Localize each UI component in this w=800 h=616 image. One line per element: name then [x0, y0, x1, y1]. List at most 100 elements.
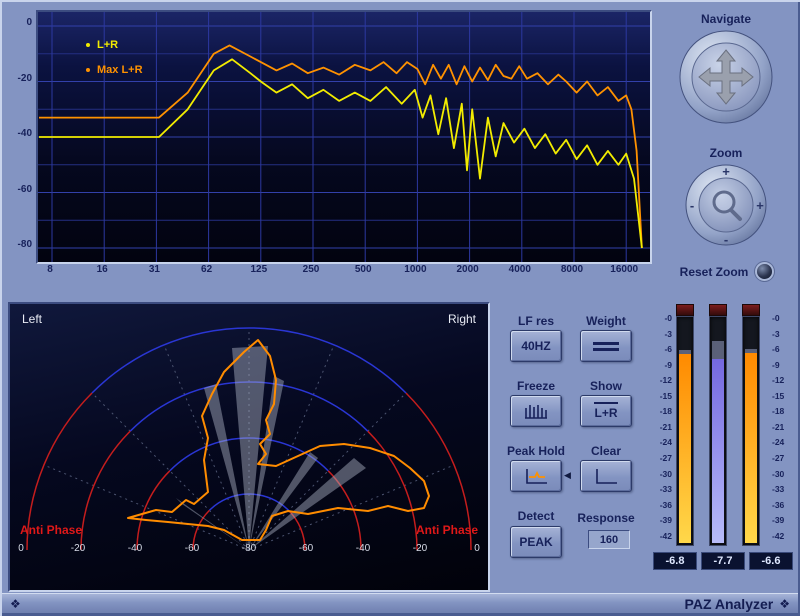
meters-panel: -0 -3 -6 -9 -12 -15 -18 -21 -24 -27 -30 -33 -36 -39 -4… — [650, 302, 796, 592]
zoom-section: Zoom + + - - Reset Zoom — [656, 142, 796, 292]
detect-value: PEAK — [519, 535, 552, 549]
controls-panel: LF res 40HZ Weight Freeze Show L+R Peak … — [492, 302, 650, 592]
freq-tick-label: 250 — [303, 264, 320, 275]
meter-scale-label: -30 — [650, 469, 672, 479]
navigate-pad[interactable] — [678, 29, 774, 125]
meter-scale-label: -24 — [650, 437, 672, 447]
zoom-knob[interactable]: + + - - — [684, 163, 768, 247]
db-tick-label: -80 — [6, 239, 32, 250]
clear-axes-icon — [593, 467, 619, 485]
meter-scale-label: -42 — [650, 531, 672, 541]
meter-scale-label: -3 — [650, 329, 672, 339]
meter-scale-label: -27 — [650, 453, 672, 463]
legend-item-max-lr: Max L+R — [86, 57, 143, 82]
show-value: L+R — [594, 402, 617, 420]
clip-indicator-right[interactable] — [742, 304, 760, 316]
freq-tick-label: 62 — [201, 264, 212, 275]
meter-scale-label: -39 — [650, 515, 672, 525]
reset-zoom-row: Reset Zoom — [656, 264, 796, 279]
phase-axis-label: -20 — [63, 543, 93, 554]
meter-scale-label: -18 — [650, 406, 672, 416]
detect-button[interactable]: PEAK — [510, 526, 562, 558]
show-label: Show — [562, 379, 650, 393]
clear-button[interactable] — [580, 460, 632, 492]
meter-scale-label: -9 — [650, 360, 672, 370]
meter-scale-label: -30 — [772, 469, 794, 479]
show-button[interactable]: L+R — [580, 395, 632, 427]
phase-axis-label: 0 — [462, 543, 492, 554]
left-channel-label: Left — [22, 312, 42, 326]
meter-channel-right — [742, 316, 760, 546]
meter-scale-label: -3 — [772, 329, 794, 339]
db-tick-label: -40 — [6, 128, 32, 139]
clip-indicator-center[interactable] — [709, 304, 727, 316]
response-value[interactable]: 160 — [588, 530, 630, 549]
meter-scale-label: -9 — [772, 360, 794, 370]
meter-readout-right: -6.6 — [749, 552, 793, 570]
meter-fill — [712, 359, 724, 543]
zoom-label: Zoom — [656, 146, 796, 160]
navigate-section: Navigate — [656, 8, 796, 138]
meter-scale-label: -42 — [772, 531, 794, 541]
clip-indicator-left[interactable] — [676, 304, 694, 316]
legend-label-max-lr: Max L+R — [97, 64, 143, 76]
freq-tick-label: 8 — [47, 264, 53, 275]
zoom-out-bottom[interactable]: - — [724, 232, 728, 247]
phase-axis-label: -40 — [120, 543, 150, 554]
freeze-button[interactable] — [510, 395, 562, 427]
legend-dot-max-lr-icon — [86, 68, 90, 72]
legend-item-lr: L+R — [86, 32, 143, 57]
freq-tick-label: 1000 — [404, 264, 426, 275]
meter-scale-label: -33 — [772, 484, 794, 494]
lf-res-value: 40HZ — [521, 339, 550, 353]
db-tick-label: -60 — [6, 184, 32, 195]
meter-fill — [745, 353, 757, 543]
phase-axis-label: -60 — [177, 543, 207, 554]
meter-channel-left — [676, 316, 694, 546]
zoom-in-top[interactable]: + — [722, 164, 730, 179]
meter-scale-label: -24 — [772, 437, 794, 447]
antiphase-left-label: Anti Phase — [20, 523, 82, 537]
reset-zoom-button[interactable] — [757, 264, 772, 279]
meter-scale-label: -36 — [772, 500, 794, 510]
meter-scale-label: -27 — [772, 453, 794, 463]
meter-scale-label: -12 — [772, 375, 794, 385]
meter-scale-label: -15 — [772, 391, 794, 401]
peak-hold-icon — [523, 467, 549, 485]
meter-peak-zone — [712, 341, 724, 359]
spectrum-legend: L+R Max L+R — [86, 32, 143, 82]
right-channel-label: Right — [448, 312, 476, 326]
meter-scale-label: -12 — [650, 375, 672, 385]
weight-label: Weight — [562, 314, 650, 328]
phase-axis-label: 0 — [6, 543, 36, 554]
meter-readout-left: -6.8 — [653, 552, 697, 570]
plugin-title: PAZ Analyzer — [685, 596, 774, 612]
peak-hold-button[interactable] — [510, 460, 562, 492]
zoom-in-right[interactable]: + — [756, 198, 764, 213]
meter-scale-label: -18 — [772, 406, 794, 416]
freq-tick-label: 8000 — [561, 264, 583, 275]
freeze-comb-icon — [523, 402, 549, 420]
meter-scale-label: -0 — [772, 313, 794, 323]
zoom-out-left[interactable]: - — [690, 198, 694, 213]
meter-scale-label: -33 — [650, 484, 672, 494]
meter-scale-label: -39 — [772, 515, 794, 525]
navigate-label: Navigate — [656, 12, 796, 26]
db-tick-label: 0 — [6, 17, 32, 28]
freq-tick-label: 125 — [250, 264, 267, 275]
meter-scale-label: -0 — [650, 313, 672, 323]
level-meter-right — [742, 302, 760, 550]
title-bar: ❖ PAZ Analyzer ❖ — [2, 593, 798, 614]
meter-fill — [679, 354, 691, 543]
meter-scale-label: -36 — [650, 500, 672, 510]
meter-scale-label: -21 — [650, 422, 672, 432]
response-label: Response — [562, 511, 650, 525]
meter-scale-label: -6 — [650, 344, 672, 354]
lf-res-button[interactable]: 40HZ — [510, 330, 562, 362]
clear-label: Clear — [562, 444, 650, 458]
weight-button[interactable] — [580, 330, 632, 362]
antiphase-right-label: Anti Phase — [416, 523, 478, 537]
wavesystem-menu-icon[interactable]: ❖ — [10, 597, 21, 611]
phase-axis-label: -60 — [291, 543, 321, 554]
meter-scale-label: -6 — [772, 344, 794, 354]
